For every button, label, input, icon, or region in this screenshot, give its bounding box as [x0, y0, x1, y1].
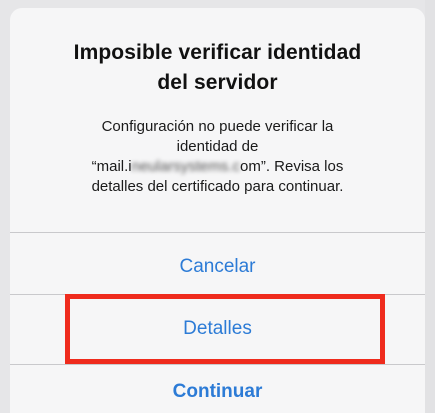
- obscured-server-address: neularsystems.c: [131, 158, 240, 175]
- alert-message-line-2: identidad de: [176, 138, 259, 155]
- alert-message-line-4: detalles del certificado para continuar.: [91, 178, 344, 195]
- alert-message-line-1: Configuración no puede verificar la: [101, 118, 334, 135]
- separator-before-continue: [10, 364, 425, 365]
- alert-message-line-3: “mail.ineularsystems.com”. Revisa los: [50, 157, 385, 177]
- separator-before-cancel: [10, 232, 425, 233]
- alert-message: Configuración no puede verificar la iden…: [50, 117, 385, 197]
- server-address-suffix: om”. Revisa los: [240, 158, 344, 175]
- server-address-prefix: “mail.i: [91, 158, 132, 175]
- certificate-alert-dialog: Imposible verificar identidad del servid…: [10, 8, 425, 413]
- alert-title: Imposible verificar identidad del servid…: [10, 38, 425, 98]
- alert-title-line-2: del servidor: [157, 71, 278, 94]
- alert-title-line-1: Imposible verificar identidad: [73, 41, 362, 64]
- cancel-button[interactable]: Cancelar: [10, 256, 425, 278]
- continue-button[interactable]: Continuar: [10, 381, 425, 403]
- alert-content: Imposible verificar identidad del servid…: [10, 8, 425, 232]
- background-edge: [425, 0, 435, 413]
- details-highlight-box: [65, 294, 385, 364]
